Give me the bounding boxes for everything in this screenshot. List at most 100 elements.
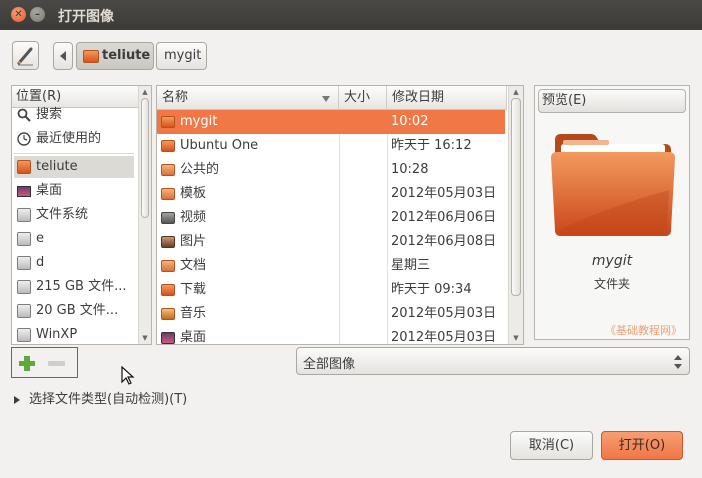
triangle-left-icon: [60, 51, 66, 61]
file-name: 模板: [180, 186, 207, 201]
scroll-down-icon: ▼: [513, 334, 519, 342]
minimize-window-button[interactable]: –: [30, 7, 45, 22]
path-segment-label: teliute: [102, 48, 151, 63]
home-folder-icon: [83, 50, 99, 63]
path-scroll-left-button[interactable]: [53, 42, 73, 70]
file-filter-combo[interactable]: 全部图像: [296, 347, 690, 375]
file-row-music[interactable]: 音乐 2012年05月03日: [157, 302, 505, 326]
cancel-button[interactable]: 取消(C): [510, 431, 593, 460]
place-item-winxp[interactable]: WinXP: [14, 324, 134, 344]
drive-icon: [17, 256, 31, 270]
file-name: Ubuntu One: [180, 138, 259, 153]
file-name: 图片: [180, 234, 207, 249]
places-sidebar: 位置(R) 搜索 最近使用的 teliute 桌面 文件系统 e d 215 G…: [11, 85, 152, 345]
file-date: 2012年06月08日: [391, 234, 497, 249]
preview-header-label: 预览(E): [542, 93, 587, 108]
plus-icon: [19, 356, 35, 371]
file-row-public[interactable]: 公共的 10:28: [157, 158, 505, 182]
preview-header: 预览(E): [538, 89, 686, 113]
type-location-button[interactable]: [12, 41, 39, 70]
mouse-cursor-icon: [121, 366, 135, 385]
drive-icon: [17, 280, 31, 294]
file-date: 2012年05月03日: [391, 186, 497, 201]
place-item-d[interactable]: d: [14, 252, 134, 274]
file-filter-selected: 全部图像: [303, 357, 356, 372]
place-item-20gb[interactable]: 20 GB 文件...: [14, 300, 134, 322]
file-date: 昨天于 09:34: [391, 282, 472, 297]
places-scrollbar[interactable]: ▲ ▼: [138, 86, 151, 344]
file-row-documents[interactable]: 文档 星期三: [157, 254, 505, 278]
desktop-icon: [17, 186, 31, 197]
file-row-videos[interactable]: 视频 2012年06月06日: [157, 206, 505, 230]
add-bookmark-button[interactable]: [16, 353, 38, 373]
bookmark-controls: [11, 347, 78, 378]
place-item-home[interactable]: teliute: [14, 156, 134, 178]
file-name: 视频: [180, 210, 207, 225]
file-date: 星期三: [391, 258, 431, 273]
remove-bookmark-button[interactable]: [44, 353, 70, 373]
file-row-ubuntu-one[interactable]: Ubuntu One 昨天于 16:12: [157, 134, 505, 158]
file-name: 文档: [180, 258, 207, 273]
close-window-button[interactable]: ✕: [11, 7, 26, 22]
file-date: 10:28: [391, 162, 429, 177]
places-scroll-thumb[interactable]: [141, 98, 149, 218]
file-row-desktop[interactable]: 桌面 2012年05月03日: [157, 326, 505, 345]
combo-arrows-icon: [674, 355, 682, 369]
place-item-desktop[interactable]: 桌面: [14, 180, 134, 202]
file-date: 2012年05月03日: [391, 330, 497, 345]
file-name: mygit: [180, 114, 218, 129]
open-button[interactable]: 打开(O): [601, 431, 683, 460]
close-icon: ✕: [14, 9, 23, 20]
drive-icon: [17, 304, 31, 318]
documents-folder-icon: [161, 260, 175, 272]
file-name: 下载: [180, 282, 207, 297]
place-item-e[interactable]: e: [14, 228, 134, 250]
column-header-name[interactable]: 名称: [157, 86, 339, 110]
videos-folder-icon: [161, 212, 175, 224]
place-item-215gb[interactable]: 215 GB 文件...: [14, 276, 134, 298]
pictures-folder-icon: [161, 236, 175, 248]
preview-file-type: 文件夹: [593, 277, 630, 291]
clock-icon: [17, 132, 31, 146]
scroll-down-icon: ▼: [142, 334, 148, 342]
file-list: 名称 大小 修改日期 mygit 10:02 Ubuntu One 昨天于 16…: [156, 85, 524, 345]
scroll-up-icon: ▲: [513, 88, 519, 96]
file-date: 2012年06月06日: [391, 210, 497, 225]
place-item-recent[interactable]: 最近使用的: [14, 128, 134, 150]
file-name: 公共的: [180, 162, 220, 177]
cancel-button-label: 取消(C): [528, 438, 575, 453]
path-segment-teliute[interactable]: teliute: [76, 42, 154, 70]
watermark-text: 《基础教程网》: [605, 324, 682, 337]
file-row-downloads[interactable]: 下载 昨天于 09:34: [157, 278, 505, 302]
file-date: 昨天于 16:12: [391, 138, 472, 153]
column-date-label: 修改日期: [392, 90, 445, 105]
column-header-size[interactable]: 大小: [339, 86, 387, 110]
file-list-scroll-thumb[interactable]: [511, 98, 521, 296]
file-row-templates[interactable]: 模板 2012年05月03日: [157, 182, 505, 206]
column-header-date[interactable]: 修改日期: [387, 86, 507, 110]
desktop-folder-icon: [161, 332, 175, 344]
templates-folder-icon: [161, 188, 175, 200]
sort-descending-icon: [322, 96, 330, 102]
file-row-pictures[interactable]: 图片 2012年06月08日: [157, 230, 505, 254]
places-separator: [14, 153, 134, 154]
preview-file-name: mygit: [591, 253, 633, 269]
places-list: 搜索 最近使用的 teliute 桌面 文件系统 e d 215 GB 文件..…: [12, 100, 138, 344]
file-name: 桌面: [180, 330, 207, 345]
folder-icon: [161, 116, 175, 128]
public-folder-icon: [161, 164, 175, 176]
search-icon: [17, 108, 31, 122]
file-rows: mygit 10:02 Ubuntu One 昨天于 16:12 公共的 10:…: [157, 110, 507, 345]
file-type-expander-label: 选择文件类型(自动检测)(T): [29, 392, 188, 407]
file-row-mygit[interactable]: mygit 10:02: [157, 110, 505, 134]
file-list-scrollbar[interactable]: ▲ ▼: [508, 86, 523, 344]
minus-icon: [48, 361, 65, 366]
column-size-label: 大小: [344, 90, 371, 105]
place-item-search[interactable]: 搜索: [14, 104, 134, 126]
preview-panel: 预览(E) mygit 文件夹 《基础教程网》: [534, 85, 690, 340]
place-item-filesystem[interactable]: 文件系统: [14, 204, 134, 226]
folder-preview-icon: [551, 134, 675, 236]
path-segment-mygit[interactable]: mygit: [156, 42, 207, 70]
column-name-label: 名称: [162, 90, 189, 105]
folder-icon: [161, 140, 175, 152]
